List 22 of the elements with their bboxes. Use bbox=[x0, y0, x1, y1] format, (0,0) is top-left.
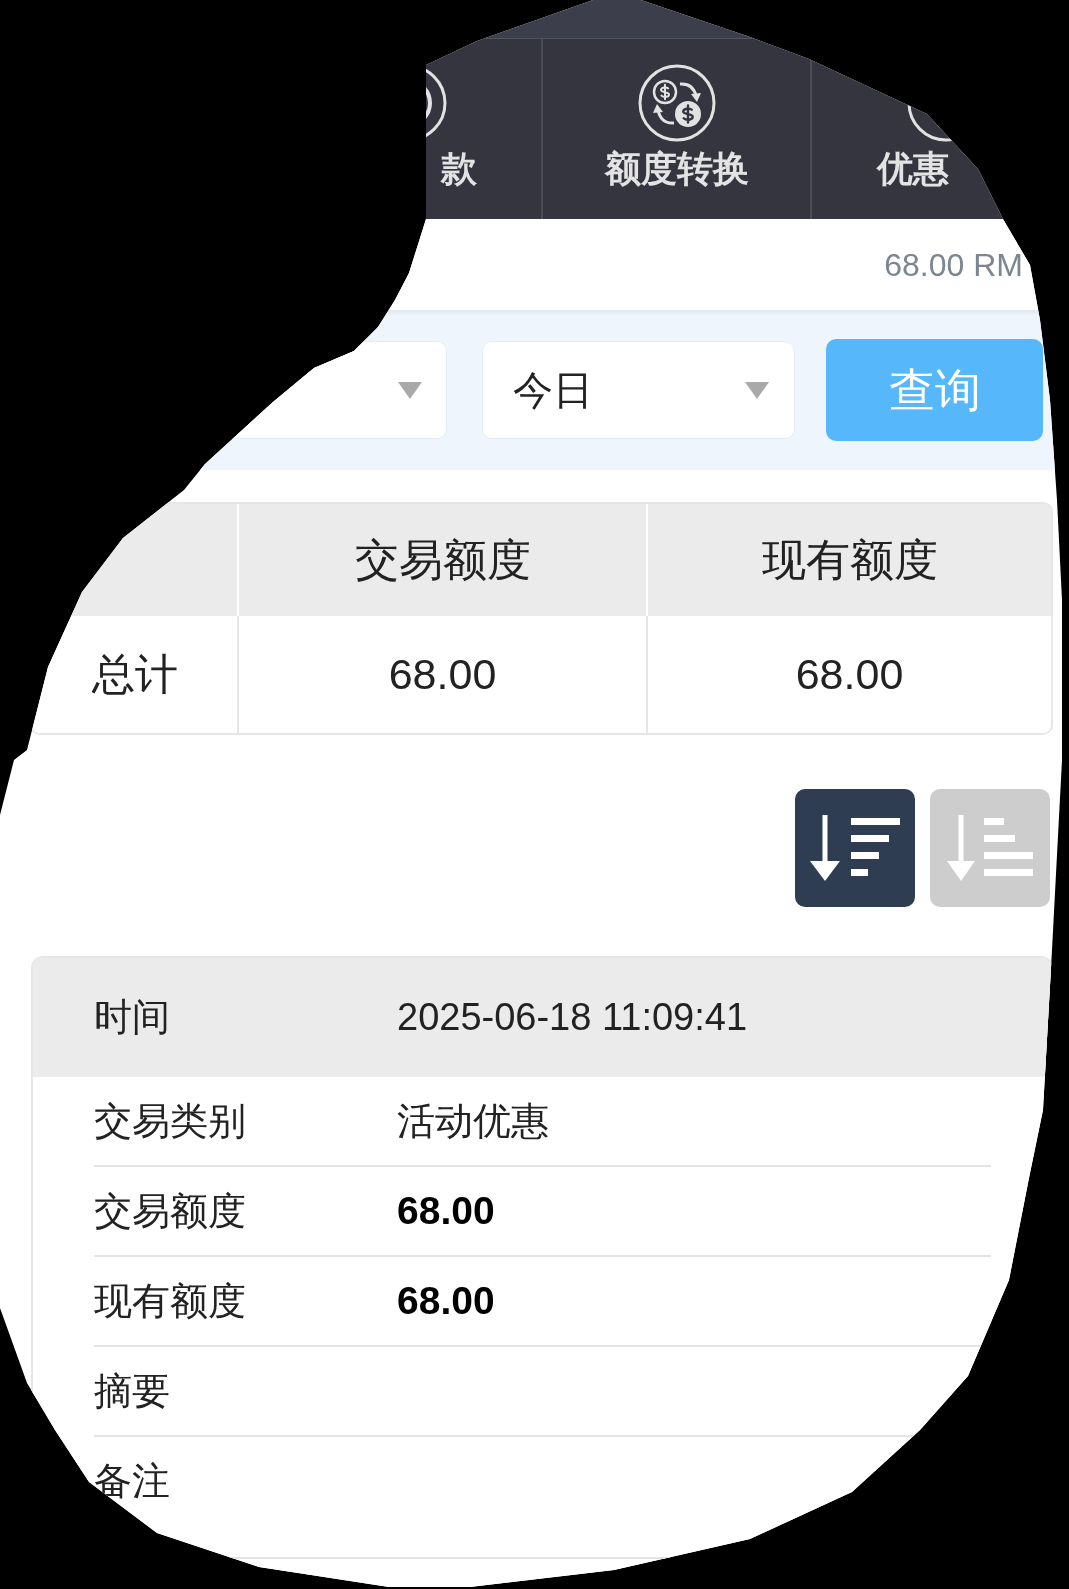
detail-label: 交易额度 bbox=[94, 1188, 247, 1234]
detail-label: 摘要 bbox=[94, 1368, 171, 1414]
table-header-cell-text: 现有额度 bbox=[760, 534, 939, 586]
sort-ascending-icon bbox=[947, 815, 1033, 881]
sort-button[interactable] bbox=[795, 789, 915, 907]
detail-label: 时间 bbox=[94, 995, 171, 1040]
detail-value: 68.00 bbox=[397, 1187, 495, 1234]
detail-label: 现有额度 bbox=[94, 1278, 247, 1324]
detail-value: 活动优惠 bbox=[397, 1098, 549, 1144]
detail-label: 备注 bbox=[94, 1458, 171, 1504]
dropdown-select[interactable]: 今日 bbox=[482, 341, 795, 439]
table-cell: 总计 bbox=[32, 616, 239, 733]
detail-value: 2025-06-18 11:09:41 bbox=[397, 995, 748, 1040]
dropdown-caret-icon bbox=[745, 381, 769, 399]
detail-value: 68.00 bbox=[397, 1277, 495, 1324]
detail-label: 交易类别 bbox=[94, 1098, 247, 1144]
table-cell-text: 68.00 bbox=[794, 649, 905, 701]
balance-text: 68.00 RM bbox=[884, 245, 1023, 285]
table-cell: 68.00 bbox=[239, 616, 648, 733]
dropdown-caret-icon bbox=[398, 381, 422, 399]
currency-exchange-icon bbox=[636, 63, 717, 143]
sort-descending-icon bbox=[810, 815, 900, 881]
